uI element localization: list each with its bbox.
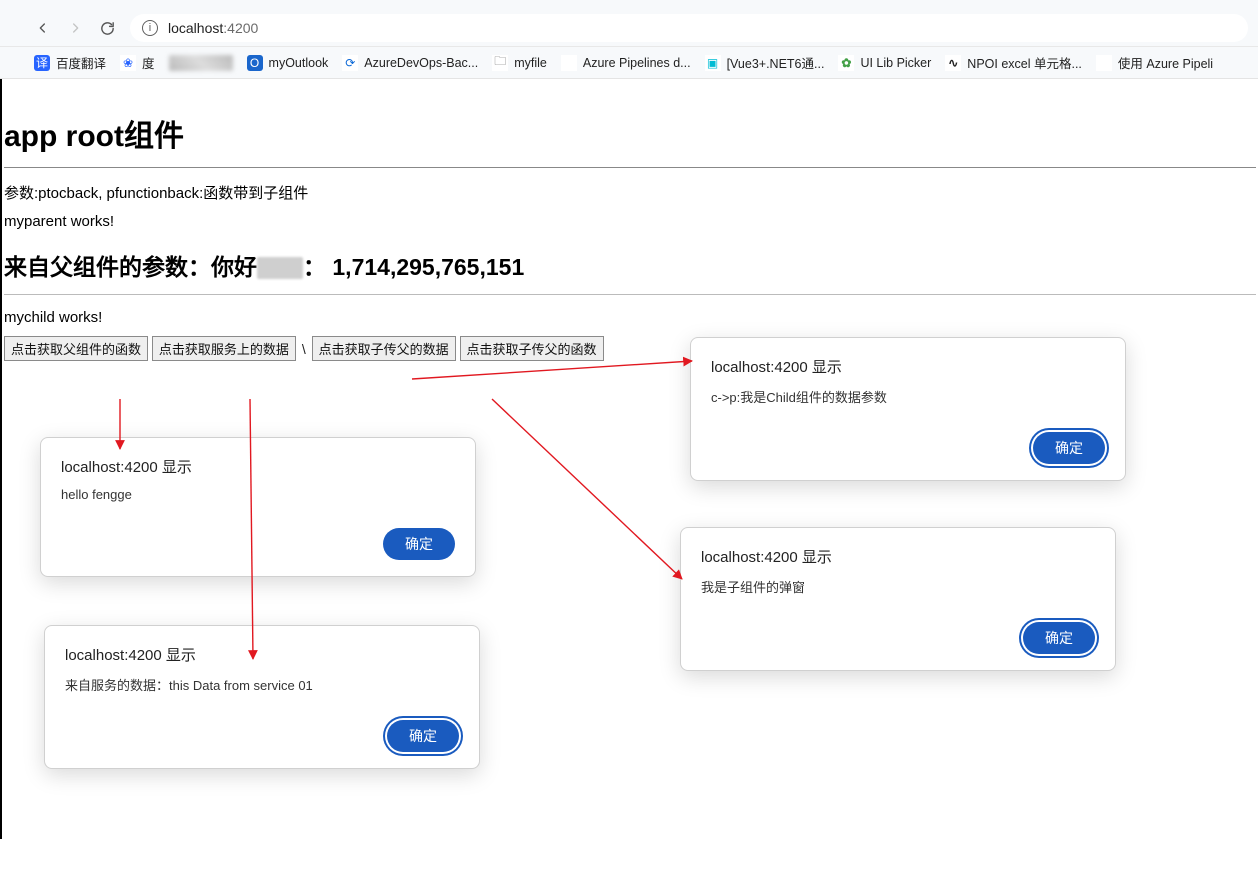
bookmark-du[interactable]: ❀ 度 [120, 53, 155, 72]
bookmark-label: myOutlook [269, 56, 329, 70]
alert-title: localhost:4200 显示 [711, 356, 1105, 377]
btn-get-parent-fn[interactable]: 点击获取父组件的函数 [4, 336, 148, 361]
param-heading-prefix: 来自父组件的参数：你好 [4, 254, 257, 280]
bookmarks-bar: 译 百度翻译 ❀ 度 O myOutlook ⟳ AzureDevOps-Bac… [0, 46, 1258, 78]
alert-title: localhost:4200 显示 [61, 456, 455, 477]
address-field[interactable]: i localhost:4200 [130, 14, 1248, 42]
bookmark-label: [Vue3+.NET6通... [727, 53, 825, 72]
tab-strip [0, 0, 1258, 10]
alert-dialog-4: localhost:4200 显示 我是子组件的弹窗 确定 [680, 527, 1116, 671]
bookmark-npoi-excel[interactable]: ∿ NPOI excel 单元格... [945, 53, 1082, 72]
address-port: :4200 [223, 20, 258, 36]
alert-message: hello fengge [61, 487, 455, 502]
forward-button[interactable] [66, 20, 84, 36]
alert-ok-button[interactable]: 确定 [387, 720, 459, 752]
button-separator: \ [302, 341, 306, 357]
address-host: localhost [168, 20, 223, 36]
bookmark-icon: ✿ [838, 55, 854, 71]
param-heading-masked [257, 257, 303, 279]
bookmark-label: UI Lib Picker [860, 56, 931, 70]
bookmark-label: NPOI excel 单元格... [967, 53, 1082, 72]
reload-button[interactable] [98, 20, 116, 37]
browser-chrome: i localhost:4200 译 百度翻译 ❀ 度 O myOutlook … [0, 0, 1258, 79]
divider [4, 294, 1256, 295]
btn-get-service-data[interactable]: 点击获取服务上的数据 [152, 336, 296, 361]
arrow-left-icon [35, 20, 51, 36]
alert-title: localhost:4200 显示 [701, 546, 1095, 567]
alert-dialog-3: localhost:4200 显示 c->p:我是Child组件的数据参数 确定 [690, 337, 1126, 481]
parent-param-heading: 来自父组件的参数：你好 ： 1,714,295,765,151 [4, 248, 1256, 282]
alert-title: localhost:4200 显示 [65, 644, 459, 665]
bilibili-icon: ▣ [705, 55, 721, 71]
alert-ok-button[interactable]: 确定 [383, 528, 455, 560]
bookmark-label: 度 [142, 53, 155, 72]
bookmark-label: 使用 Azure Pipeli [1118, 53, 1213, 72]
bookmark-icon [169, 55, 233, 71]
microsoft-icon [1096, 55, 1112, 71]
bookmark-azure-pipelines[interactable]: Azure Pipelines d... [561, 55, 691, 71]
bookmark-myoutlook[interactable]: O myOutlook [247, 55, 329, 71]
bookmark-ui-lib-picker[interactable]: ✿ UI Lib Picker [838, 55, 931, 71]
bookmark-icon: ❀ [120, 55, 136, 71]
bookmark-label: AzureDevOps-Bac... [364, 56, 478, 70]
bookmark-icon: 译 [34, 55, 50, 71]
bookmark-baidu-translate[interactable]: 译 百度翻译 [34, 53, 106, 72]
alert-dialog-2: localhost:4200 显示 来自服务的数据：this Data from… [44, 625, 480, 769]
parent-params-line: 参数:ptocback, pfunctionback:函数带到子组件 [4, 182, 1256, 203]
alert-ok-button[interactable]: 确定 [1023, 622, 1095, 654]
folder-icon: 🗀 [492, 55, 508, 71]
bookmark-label: 百度翻译 [56, 53, 106, 72]
alert-message: c->p:我是Child组件的数据参数 [711, 387, 1105, 406]
back-button[interactable] [34, 20, 52, 36]
azure-devops-icon: ⟳ [342, 55, 358, 71]
site-info-icon[interactable]: i [142, 20, 158, 36]
bookmark-vue3-net6[interactable]: ▣ [Vue3+.NET6通... [705, 53, 825, 72]
alert-dialog-1: localhost:4200 显示 hello fengge 确定 [40, 437, 476, 577]
bookmark-blurred[interactable] [169, 55, 233, 71]
param-heading-sep: ： [303, 254, 326, 280]
arrow-right-icon [67, 20, 83, 36]
btn-get-child-to-parent-fn[interactable]: 点击获取子传父的函数 [460, 336, 604, 361]
parent-works-line: myparent works! [4, 213, 1256, 230]
child-works-line: mychild works! [4, 309, 1256, 326]
alert-message: 我是子组件的弹窗 [701, 577, 1095, 596]
bookmark-label: myfile [514, 56, 547, 70]
app-root-title: app root组件 [4, 111, 1256, 155]
divider [4, 167, 1256, 168]
alert-ok-button[interactable]: 确定 [1033, 432, 1105, 464]
bookmark-azure-pipelines-2[interactable]: 使用 Azure Pipeli [1096, 53, 1213, 72]
btn-get-child-to-parent-data[interactable]: 点击获取子传父的数据 [312, 336, 456, 361]
bookmark-icon: ∿ [945, 55, 961, 71]
bookmark-myfile-folder[interactable]: 🗀 myfile [492, 55, 547, 71]
outlook-icon: O [247, 55, 263, 71]
microsoft-icon [561, 55, 577, 71]
param-heading-number: 1,714,295,765,151 [332, 254, 524, 280]
alert-message: 来自服务的数据：this Data from service 01 [65, 675, 459, 694]
bookmark-azdevops[interactable]: ⟳ AzureDevOps-Bac... [342, 55, 478, 71]
reload-icon [99, 20, 116, 37]
bookmark-label: Azure Pipelines d... [583, 56, 691, 70]
address-bar: i localhost:4200 [0, 10, 1258, 46]
